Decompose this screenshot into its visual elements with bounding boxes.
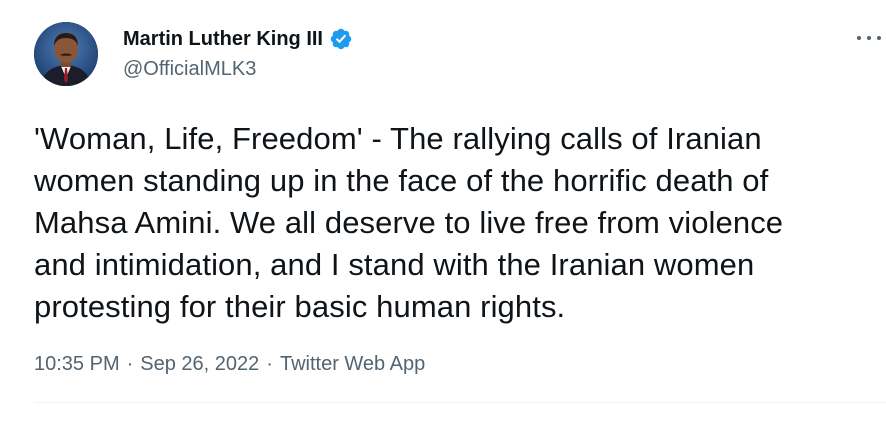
- tweet-card: Martin Luther King III @OfficialMLK3 'Wo…: [0, 0, 886, 422]
- verified-badge-icon: [330, 28, 352, 50]
- more-dot: [857, 36, 861, 40]
- more-dot: [867, 36, 871, 40]
- avatar-image: [34, 22, 98, 86]
- avatar[interactable]: [34, 22, 98, 86]
- tweet-metadata: 10:35 PM · Sep 26, 2022 · Twitter Web Ap…: [34, 352, 425, 376]
- tweet-date[interactable]: Sep 26, 2022: [140, 352, 259, 376]
- author-display-name[interactable]: Martin Luther King III: [123, 27, 323, 51]
- more-options-icon[interactable]: [857, 30, 881, 46]
- tweet-time[interactable]: 10:35 PM: [34, 352, 120, 376]
- author-name-row[interactable]: Martin Luther King III: [123, 27, 353, 51]
- tweet-source[interactable]: Twitter Web App: [280, 352, 425, 376]
- tweet-text: 'Woman, Life, Freedom' - The rallying ca…: [34, 121, 784, 324]
- meta-separator: ·: [126, 353, 134, 375]
- divider: [34, 402, 886, 403]
- author-handle[interactable]: @OfficialMLK3: [123, 57, 256, 81]
- meta-separator: ·: [266, 353, 273, 375]
- more-dot: [877, 36, 881, 40]
